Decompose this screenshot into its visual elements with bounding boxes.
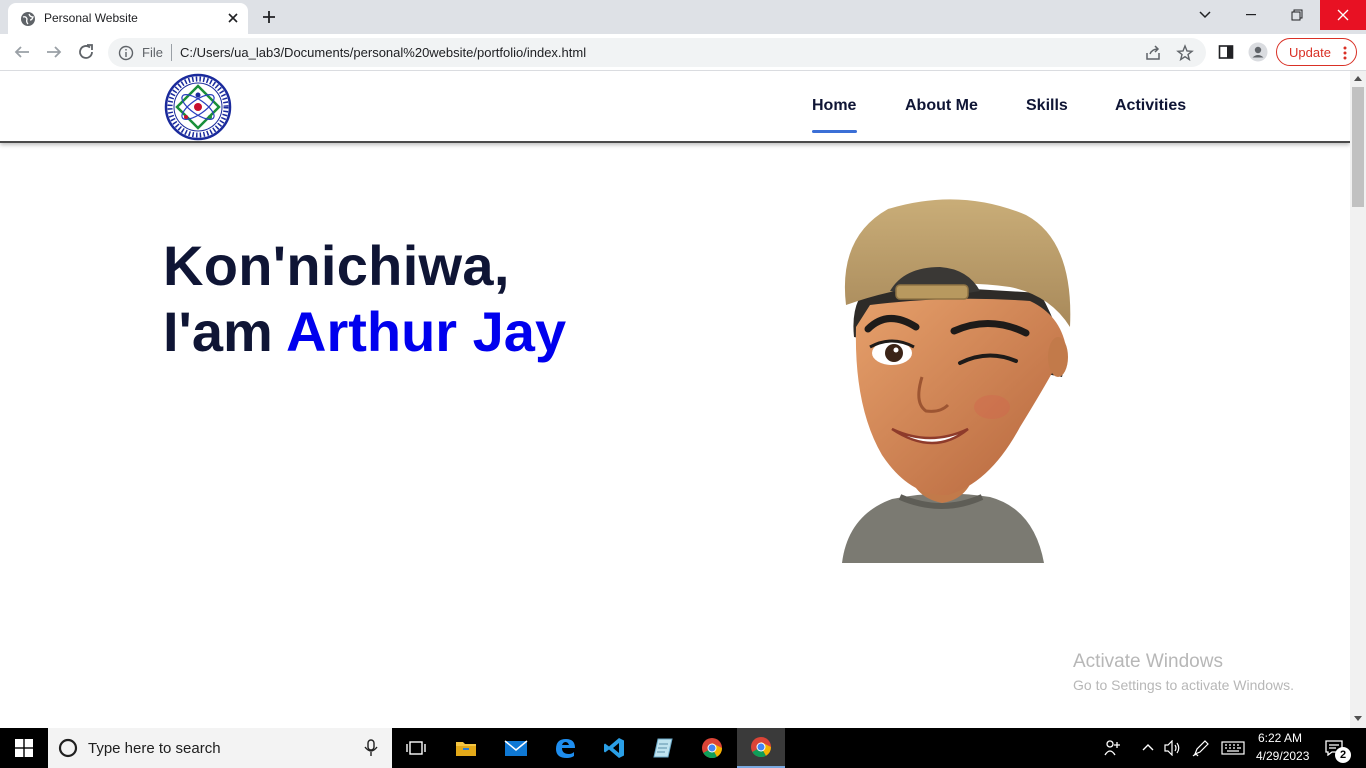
- arrow-right-icon: [47, 46, 62, 58]
- update-button[interactable]: Update: [1276, 38, 1357, 66]
- address-separator: [171, 44, 172, 61]
- star-icon[interactable]: [1176, 44, 1194, 62]
- mail-button[interactable]: [492, 728, 540, 768]
- new-tab-icon[interactable]: [260, 8, 278, 26]
- arrow-left-icon: [14, 46, 29, 58]
- scroll-thumb[interactable]: [1352, 87, 1364, 207]
- notification-count-badge: 2: [1335, 747, 1351, 763]
- back-button[interactable]: [12, 42, 32, 62]
- scroll-up-icon[interactable]: [1354, 75, 1362, 81]
- info-icon[interactable]: [118, 45, 134, 61]
- task-view-icon: [406, 741, 426, 755]
- taskbar-search-box[interactable]: Type here to search: [48, 728, 392, 768]
- nav-active-indicator: [812, 130, 857, 133]
- more-vertical-icon: [1343, 46, 1347, 60]
- browser-toolbar: File C:/Users/ua_lab3/Documents/personal…: [0, 34, 1366, 71]
- forward-button[interactable]: [44, 42, 64, 62]
- action-center-button[interactable]: 2: [1320, 728, 1366, 768]
- cortana-icon: [58, 738, 78, 758]
- side-panel-button[interactable]: [1216, 42, 1236, 62]
- start-button[interactable]: [0, 728, 48, 768]
- edge-icon: [556, 739, 575, 758]
- clock-time[interactable]: 6:22 AM: [1258, 731, 1302, 745]
- close-icon: [1337, 9, 1349, 21]
- restore-button[interactable]: [1274, 0, 1320, 30]
- pen-icon[interactable]: [1192, 739, 1210, 757]
- hero-intro-prefix: I'am: [163, 300, 273, 363]
- keyboard-icon[interactable]: [1221, 741, 1245, 755]
- page-viewport: Home About Me Skills Activities Kon'nich…: [0, 71, 1350, 728]
- clock-date[interactable]: 4/29/2023: [1256, 749, 1309, 763]
- globe-icon: [21, 12, 35, 26]
- tab-strip: Personal Website: [0, 0, 1366, 34]
- browser-tab[interactable]: Personal Website: [8, 3, 248, 34]
- notepad-icon: [653, 738, 673, 758]
- hero-name: Arthur Jay: [286, 300, 567, 363]
- close-window-button[interactable]: [1320, 0, 1366, 30]
- nav-link-about-me[interactable]: About Me: [905, 97, 978, 115]
- hero-greeting: Kon'nichiwa,: [163, 234, 510, 297]
- restore-icon: [1291, 9, 1303, 21]
- vscode-icon: [604, 738, 624, 758]
- search-placeholder: Type here to search: [88, 740, 221, 757]
- file-explorer-button[interactable]: [442, 728, 490, 768]
- address-bar[interactable]: File C:/Users/ua_lab3/Documents/personal…: [108, 38, 1206, 67]
- chrome-button[interactable]: [688, 728, 736, 768]
- vscode-button[interactable]: [590, 728, 638, 768]
- people-icon[interactable]: [1104, 740, 1122, 756]
- university-logo[interactable]: [164, 73, 232, 141]
- close-tab-icon[interactable]: [224, 9, 242, 27]
- profile-button[interactable]: [1248, 42, 1268, 62]
- side-panel-icon: [1218, 45, 1234, 59]
- chevron-up-icon[interactable]: [1142, 743, 1154, 751]
- nav-link-home[interactable]: Home: [812, 97, 856, 115]
- tab-search-button[interactable]: [1182, 0, 1228, 30]
- folder-icon: [456, 742, 476, 756]
- microphone-icon[interactable]: [364, 739, 378, 757]
- avatar-image: [842, 199, 1071, 563]
- task-view-button[interactable]: [392, 728, 440, 768]
- chrome-active-button[interactable]: [737, 728, 785, 768]
- chrome-icon: [751, 737, 772, 758]
- nav-link-activities[interactable]: Activities: [1115, 97, 1186, 115]
- profile-icon: [1248, 42, 1268, 62]
- page-scrollbar[interactable]: [1350, 71, 1366, 728]
- windows-taskbar: Type here to search 6:22 AM 4/29/2023 2: [0, 728, 1366, 768]
- chrome-icon: [702, 738, 723, 759]
- nav-link-skills[interactable]: Skills: [1026, 97, 1068, 115]
- mail-icon: [504, 740, 528, 756]
- url-text[interactable]: C:/Users/ua_lab3/Documents/personal%20we…: [180, 45, 586, 60]
- tab-title: Personal Website: [44, 11, 138, 25]
- notepad-app-button[interactable]: [639, 728, 687, 768]
- reload-icon: [79, 44, 93, 59]
- volume-icon[interactable]: [1164, 740, 1182, 756]
- minimize-button[interactable]: [1228, 0, 1274, 30]
- reload-button[interactable]: [76, 42, 96, 62]
- chevron-down-icon: [1199, 11, 1211, 19]
- activate-windows-subtitle: Go to Settings to activate Windows.: [1073, 677, 1294, 693]
- windows-logo-icon: [15, 739, 33, 757]
- share-icon[interactable]: [1144, 44, 1162, 62]
- scroll-down-icon[interactable]: [1354, 716, 1362, 722]
- update-label: Update: [1289, 45, 1331, 60]
- site-navbar: Home About Me Skills Activities: [0, 71, 1350, 143]
- address-scheme: File: [142, 45, 163, 60]
- edge-button[interactable]: [541, 728, 589, 768]
- minimize-icon: [1246, 14, 1256, 16]
- activate-windows-title: Activate Windows: [1073, 651, 1223, 672]
